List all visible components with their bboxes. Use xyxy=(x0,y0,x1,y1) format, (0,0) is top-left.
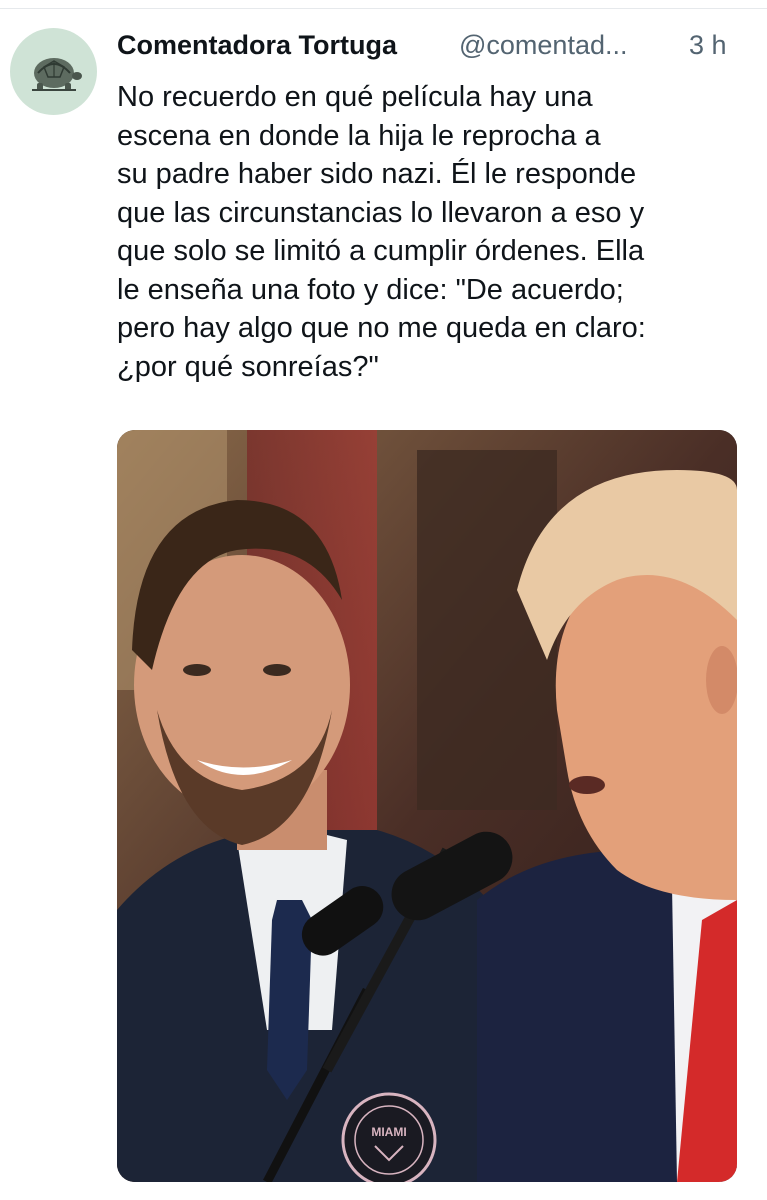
club-crest-text: MIAMI xyxy=(371,1125,406,1139)
club-crest-icon: MIAMI xyxy=(341,1092,437,1182)
tweet-media-photo[interactable]: MIAMI xyxy=(117,430,737,1182)
tweet-text-line: escena en donde la hija le reprocha a xyxy=(117,119,601,152)
author-display-name[interactable]: Comentadora Tortuga xyxy=(117,30,397,61)
author-handle[interactable]: @comentad... xyxy=(459,30,665,61)
tweet-text-line: ¿por qué sonreías?" xyxy=(117,350,379,383)
avatar[interactable] xyxy=(10,28,97,115)
tweet-text-line: que las circunstancias lo llevaron a eso… xyxy=(117,196,645,229)
tweet-text-line: No recuerdo en qué película hay una xyxy=(117,81,593,113)
tweet-text-line: le enseña una foto y dice: "De acuerdo; xyxy=(117,273,624,306)
tweet-text: No recuerdo en qué película hay una esce… xyxy=(117,78,747,386)
tweet-text-line: su padre haber sido nazi. Él le responde xyxy=(117,158,637,190)
top-divider xyxy=(0,8,767,9)
photo-illustration: MIAMI xyxy=(117,430,737,1182)
tweet-text-line: pero hay algo que no me queda en claro: xyxy=(117,312,646,344)
tweet-header: Comentadora Tortuga @comentad... 3 h xyxy=(117,26,747,70)
tweet-timestamp[interactable]: 3 h xyxy=(689,30,727,61)
tortoise-icon xyxy=(31,57,82,91)
tweet-text-line: que solo se limitó a cumplir órdenes. El… xyxy=(117,235,645,267)
